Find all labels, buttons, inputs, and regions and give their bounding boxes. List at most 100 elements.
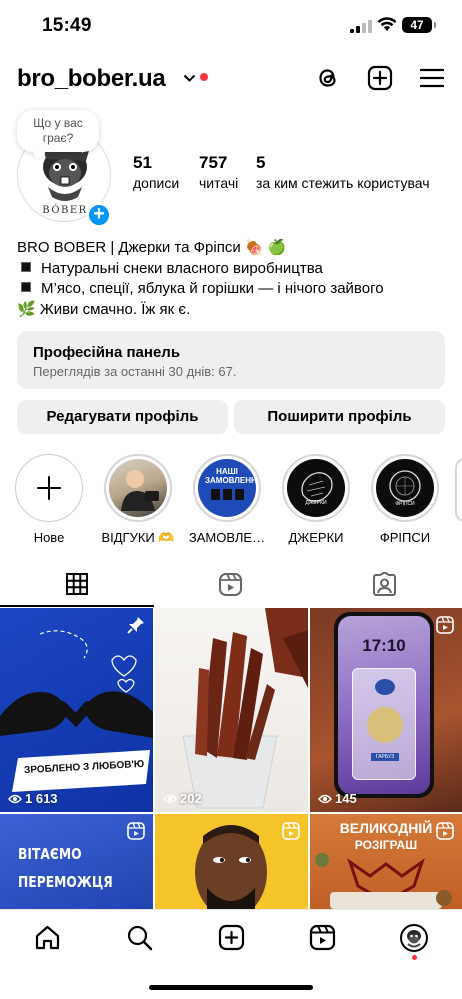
highlight-cover-text: ФРІПСИ — [395, 501, 415, 507]
note-bubble[interactable]: Що у вас грає? — [17, 110, 99, 158]
notification-dot — [412, 955, 417, 960]
stat-posts[interactable]: 51 дописи — [133, 153, 179, 191]
highlight-cover: НАШІ ЗАМОВЛЕННЯ — [198, 459, 256, 517]
threads-icon[interactable] — [314, 64, 342, 92]
battery-icon: 47 — [402, 17, 436, 33]
view-count-value: 145 — [335, 791, 357, 806]
plus-icon — [37, 476, 61, 500]
stat-posts-label: дописи — [133, 175, 180, 191]
grid-post[interactable]: 202 — [155, 608, 308, 812]
grid-post[interactable]: 17:10 ГАРБУЗ 145 — [310, 608, 462, 812]
phone-clock: 17:10 — [362, 636, 406, 655]
reels-nav-icon[interactable] — [309, 924, 336, 951]
cellular-signal-icon — [350, 20, 372, 33]
add-story-button[interactable]: + — [86, 202, 112, 228]
bio-line: Натуральні снеки власного виробництва — [17, 259, 457, 280]
profile-tabs — [0, 568, 462, 608]
stat-followers-label: читачі — [199, 175, 239, 191]
bio-line: BRO BOBER | Джерки та Фріпси 🍖 🍏 — [17, 239, 287, 256]
stat-following-count: 5 — [256, 153, 266, 172]
phone-screen: 17:10 ГАРБУЗ — [338, 616, 430, 794]
grid-icon[interactable] — [65, 572, 89, 596]
panel-title: Професійна панель — [33, 344, 181, 361]
view-count: 1 613 — [8, 791, 58, 806]
eye-icon — [163, 794, 177, 803]
highlight-next-partial[interactable] — [455, 458, 462, 522]
reels-icon — [436, 616, 454, 634]
hands-heart-graphic — [0, 630, 153, 792]
black-square-icon — [21, 282, 31, 292]
active-tab-indicator — [0, 605, 154, 607]
highlight-ring: ФРІПСИ — [371, 454, 439, 522]
stat-following[interactable]: 5 за ким стежить користувач — [256, 153, 444, 191]
highlight-cover-text: ДЖЕРКИ — [305, 500, 327, 506]
username-switcher[interactable]: bro_bober.ua — [17, 65, 166, 93]
black-square-icon — [21, 261, 31, 272]
phone-graphic: 17:10 ГАРБУЗ — [334, 612, 434, 798]
bio-line-text: М’ясо, спеції, яблука й горішки — і нічо… — [41, 280, 384, 297]
pack-chips — [367, 707, 403, 743]
reels-icon — [127, 822, 145, 840]
edit-profile-button[interactable]: Редагувати профіль — [17, 400, 228, 434]
bio-line: М’ясо, спеції, яблука й горішки — і нічо… — [17, 279, 457, 300]
package-shapes — [210, 488, 244, 500]
status-bar: 15:49 47 — [0, 0, 462, 52]
stat-followers[interactable]: 757 читачі — [199, 153, 238, 191]
grid-post[interactable]: ВЕЛИКОДНІЙ РОЗІГРАШ — [310, 814, 462, 909]
highlight-jerky[interactable]: ДЖЕРКИ ДЖЕРКИ — [282, 454, 350, 545]
reels-icon[interactable] — [218, 572, 243, 597]
panel-subtitle: Переглядів за останні 30 днів: 67. — [33, 364, 237, 379]
highlight-cover: ФРІПСИ — [376, 459, 434, 517]
create-icon[interactable] — [218, 924, 245, 951]
pack-logo — [375, 679, 395, 695]
professional-dashboard[interactable]: Професійна панель Переглядів за останні … — [17, 331, 445, 389]
post-caption: ВІТАЄМО ПЕРЕМОЖЦЯ — [18, 845, 113, 891]
create-post-icon[interactable] — [366, 64, 394, 92]
stat-following-label: за ким стежить користувач — [256, 175, 430, 191]
home-indicator — [149, 985, 313, 990]
highlight-ring — [104, 454, 172, 522]
stat-posts-count: 51 — [133, 153, 152, 172]
highlight-orders[interactable]: НАШІ ЗАМОВЛЕННЯ ЗАМОВЛЕ… — [189, 454, 265, 545]
pack-label: ГАРБУЗ — [371, 753, 399, 761]
chevron-down-icon[interactable] — [183, 74, 196, 83]
highlight-ring: НАШІ ЗАМОВЛЕННЯ — [193, 454, 261, 522]
status-time: 15:49 — [42, 15, 92, 36]
embroidery-graphic — [315, 853, 452, 909]
reels-icon — [282, 822, 300, 840]
grid-post[interactable]: ЗРОБЛЕНО З ЛЮБОВ'Ю 1 613 — [0, 608, 153, 812]
view-count-value: 1 613 — [25, 791, 58, 806]
view-count: 202 — [163, 791, 202, 806]
jerky-glass-graphic — [182, 608, 308, 809]
highlight-chips[interactable]: ФРІПСИ ФРІПСИ — [371, 454, 439, 545]
bio: BRO BOBER | Джерки та Фріпси 🍖 🍏 Натурал… — [17, 238, 457, 320]
eye-icon — [318, 794, 332, 803]
notification-dot — [200, 73, 208, 81]
profile-nav-avatar[interactable] — [400, 924, 428, 952]
highlight-cover: ДЖЕРКИ — [287, 459, 345, 517]
highlight-ring: ДЖЕРКИ — [282, 454, 350, 522]
person-photo-icon — [121, 470, 159, 511]
post-caption-line2: РОЗІГРАШ — [354, 838, 418, 852]
highlight-reviews[interactable]: ВІДГУКИ 🫶 — [101, 454, 175, 546]
reels-icon — [436, 822, 454, 840]
profile-header: bro_bober.ua — [0, 60, 462, 100]
stat-followers-count: 757 — [199, 153, 228, 172]
highlight-label: ФРІПСИ — [379, 530, 431, 545]
highlight-cover-text: НАШІ ЗАМОВЛЕННЯ — [205, 466, 256, 485]
grid-post[interactable] — [155, 814, 308, 909]
grid-post[interactable]: ВІТАЄМО ПЕРЕМОЖЦЯ — [0, 814, 153, 909]
tagged-icon[interactable] — [372, 572, 397, 597]
pin-icon — [127, 617, 144, 634]
menu-icon[interactable] — [418, 64, 446, 92]
highlight-new[interactable]: Нове — [15, 454, 83, 545]
search-icon[interactable] — [126, 924, 153, 951]
bio-line-text: Натуральні снеки власного виробництва — [41, 259, 323, 277]
highlight-cover — [19, 458, 79, 518]
highlight-ring — [15, 454, 83, 522]
bio-line: 🌿 Живи смачно. Їж як є. — [17, 300, 191, 318]
home-icon[interactable] — [34, 924, 61, 951]
eye-icon — [8, 794, 22, 803]
share-profile-button[interactable]: Поширити профіль — [234, 400, 445, 434]
beaver-logo-icon — [407, 930, 421, 948]
